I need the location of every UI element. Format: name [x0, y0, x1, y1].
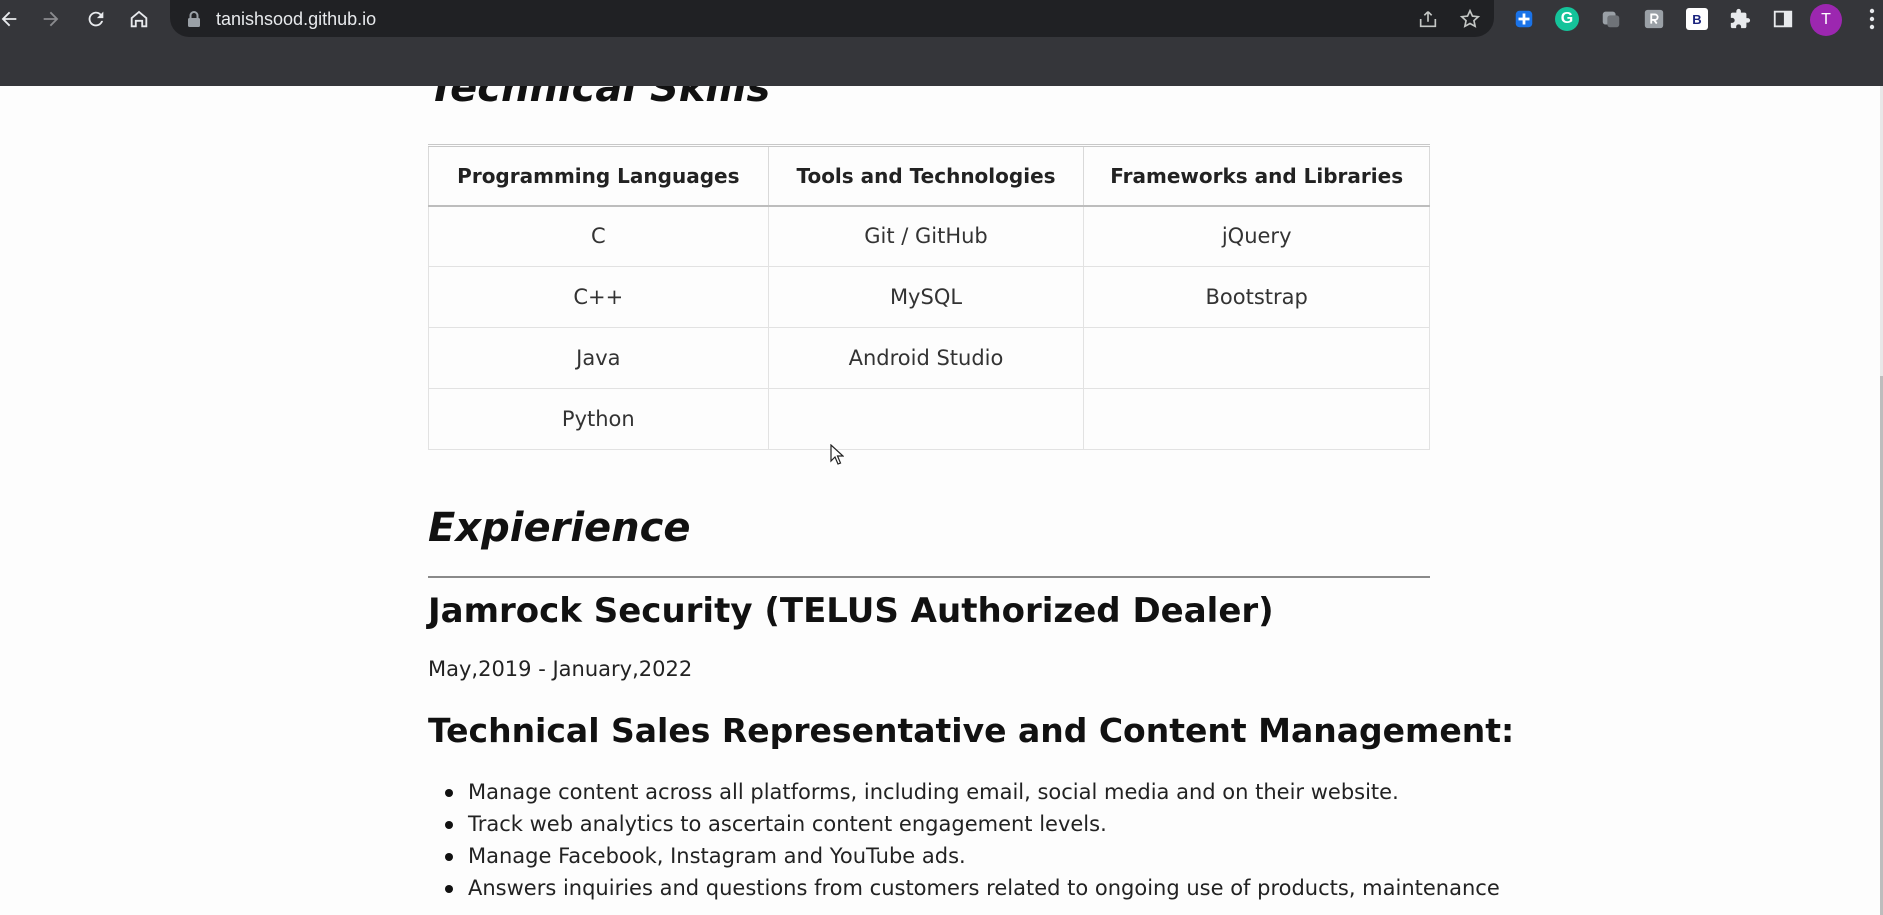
- table-header: Programming Languages: [428, 145, 769, 207]
- menu-kebab-icon[interactable]: [1866, 6, 1878, 32]
- url-text[interactable]: tanishsood.github.io: [216, 9, 376, 30]
- table-cell: [767, 388, 1085, 450]
- table-row: C Git / GitHub jQuery: [428, 205, 1430, 267]
- reload-icon[interactable]: [81, 4, 111, 34]
- share-icon[interactable]: [1416, 7, 1440, 31]
- extension-b-icon[interactable]: B: [1683, 5, 1711, 33]
- table-cell: [1083, 327, 1430, 389]
- profile-avatar[interactable]: T: [1810, 4, 1842, 36]
- back-arrow-icon[interactable]: [0, 4, 24, 34]
- duties-list: Manage content across all platforms, inc…: [445, 776, 1500, 904]
- experience-heading: Expierience: [428, 505, 691, 551]
- table-cell: Git / GitHub: [767, 205, 1085, 267]
- grammarly-icon[interactable]: G: [1553, 5, 1581, 33]
- job-role: Technical Sales Representative and Conte…: [428, 711, 1515, 750]
- table-cell: Python: [428, 388, 769, 450]
- list-item: Answers inquiries and questions from cus…: [445, 872, 1500, 904]
- table-cell: jQuery: [1083, 205, 1430, 267]
- list-item: Track web analytics to ascertain content…: [445, 808, 1500, 840]
- section-divider: [428, 576, 1430, 578]
- extension-cross-icon[interactable]: [1510, 5, 1538, 33]
- web-page: Technical Skills Programming Languages T…: [0, 86, 1883, 915]
- job-dates: May,2019 - January,2022: [428, 657, 693, 681]
- address-bar[interactable]: tanishsood.github.io: [170, 0, 1494, 37]
- bookmark-star-icon[interactable]: [1458, 7, 1482, 31]
- skills-heading: Technical Skills: [428, 86, 771, 111]
- table-header-row: Programming Languages Tools and Technolo…: [428, 145, 1430, 207]
- table-cell: MySQL: [767, 266, 1085, 328]
- lock-icon[interactable]: [186, 10, 202, 28]
- table-row: Python: [428, 388, 1430, 450]
- puzzle-icon[interactable]: [1726, 5, 1754, 33]
- side-panel-icon[interactable]: [1769, 5, 1797, 33]
- browser-toolbar: tanishsood.github.io G B T: [0, 0, 1883, 86]
- extension-r-icon[interactable]: [1640, 5, 1668, 33]
- table-cell: [1083, 388, 1430, 450]
- table-cell: C: [428, 205, 769, 267]
- list-item: Manage Facebook, Instagram and YouTube a…: [445, 840, 1500, 872]
- extension-gray-icon[interactable]: [1597, 5, 1625, 33]
- table-cell: Android Studio: [767, 327, 1085, 389]
- job-company: Jamrock Security (TELUS Authorized Deale…: [428, 591, 1274, 631]
- table-row: C++ MySQL Bootstrap: [428, 266, 1430, 328]
- table-header: Tools and Technologies: [767, 145, 1085, 207]
- table-header: Frameworks and Libraries: [1083, 145, 1430, 207]
- table-cell: Java: [428, 327, 769, 389]
- skills-table: Programming Languages Tools and Technolo…: [428, 144, 1430, 450]
- table-row: Java Android Studio: [428, 327, 1430, 389]
- table-cell: Bootstrap: [1083, 266, 1430, 328]
- table-cell: C++: [428, 266, 769, 328]
- forward-arrow-icon[interactable]: [36, 4, 66, 34]
- list-item: Manage content across all platforms, inc…: [445, 776, 1500, 808]
- home-icon[interactable]: [124, 4, 154, 34]
- mouse-cursor-icon: [830, 444, 844, 465]
